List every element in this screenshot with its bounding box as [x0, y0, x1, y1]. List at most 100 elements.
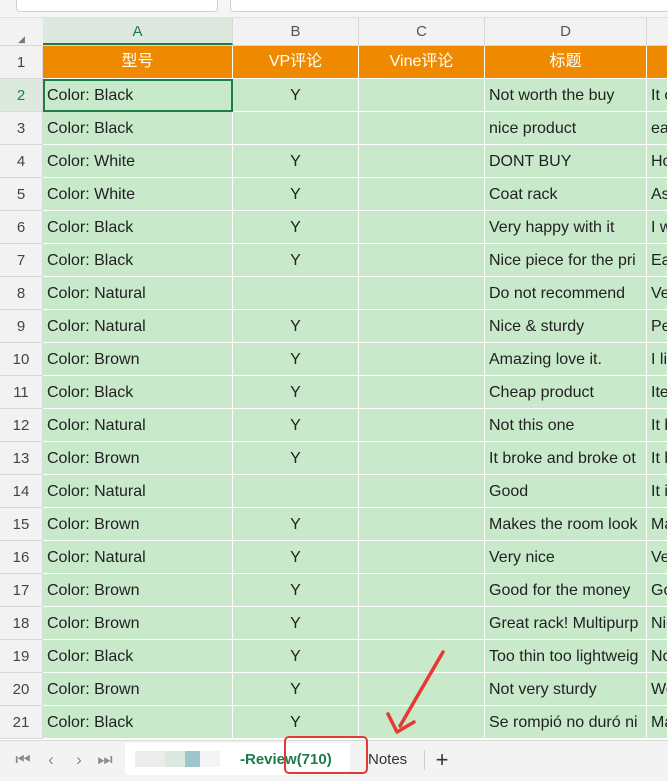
cell-e[interactable]: It c [647, 79, 668, 112]
cell-vine-review[interactable] [359, 541, 485, 574]
cell-title[interactable]: Do not recommend [485, 277, 647, 310]
prev-sheet-icon[interactable]: ‹ [40, 749, 62, 771]
cell-e[interactable]: Nic [647, 607, 668, 640]
cell-model[interactable]: Color: Brown [43, 673, 233, 706]
cell-e[interactable]: I li [647, 343, 668, 376]
cell-title[interactable]: Not worth the buy [485, 79, 647, 112]
cell-title[interactable]: Nice piece for the pri [485, 244, 647, 277]
cell-vp-review[interactable]: Y [233, 376, 359, 409]
cell-vp-review[interactable]: Y [233, 673, 359, 706]
column-header-e[interactable] [647, 18, 668, 45]
cell-vine-review[interactable] [359, 409, 485, 442]
column-header-a[interactable]: A [43, 18, 233, 45]
row-number[interactable]: 18 [0, 607, 43, 640]
header-cell-title[interactable]: 标题 [485, 46, 647, 79]
cell-title[interactable]: Too thin too lightweig [485, 640, 647, 673]
row-number[interactable]: 7 [0, 244, 43, 277]
cell-model[interactable]: Color: Black [43, 211, 233, 244]
cell-vine-review[interactable] [359, 376, 485, 409]
cell-vp-review[interactable]: Y [233, 640, 359, 673]
row-number[interactable]: 5 [0, 178, 43, 211]
cell-title[interactable]: Se rompió no duró ni [485, 706, 647, 739]
cell-vp-review[interactable]: Y [233, 442, 359, 475]
cell-vine-review[interactable] [359, 442, 485, 475]
row-number[interactable]: 2 [0, 79, 43, 112]
last-sheet-icon[interactable]: ⏭ [94, 749, 116, 771]
cell-vine-review[interactable] [359, 508, 485, 541]
cell-model[interactable]: Color: Black [43, 376, 233, 409]
cell-e[interactable]: I w [647, 211, 668, 244]
row-number[interactable]: 17 [0, 574, 43, 607]
cell-vine-review[interactable] [359, 607, 485, 640]
name-box[interactable] [16, 0, 218, 12]
cell-vine-review[interactable] [359, 211, 485, 244]
cell-vine-review[interactable] [359, 574, 485, 607]
cell-model[interactable]: Color: Brown [43, 442, 233, 475]
cell-vp-review[interactable]: Y [233, 310, 359, 343]
cell-vp-review[interactable] [233, 112, 359, 145]
cell-model[interactable]: Color: Brown [43, 508, 233, 541]
row-number[interactable]: 12 [0, 409, 43, 442]
cell-model[interactable]: Color: Natural [43, 310, 233, 343]
cell-vp-review[interactable]: Y [233, 79, 359, 112]
select-all-corner[interactable]: ◢ [0, 18, 44, 45]
cell-model[interactable]: Color: Natural [43, 277, 233, 310]
cell-vine-review[interactable] [359, 310, 485, 343]
row-number[interactable]: 15 [0, 508, 43, 541]
cell-title[interactable]: Not very sturdy [485, 673, 647, 706]
row-number[interactable]: 9 [0, 310, 43, 343]
cell-vine-review[interactable] [359, 112, 485, 145]
cell-e[interactable]: As [647, 178, 668, 211]
cell-vp-review[interactable]: Y [233, 706, 359, 739]
add-sheet-button[interactable]: + [432, 749, 452, 771]
cell-e[interactable]: It i [647, 475, 668, 508]
cell-vine-review[interactable] [359, 79, 485, 112]
cell-e[interactable]: We [647, 673, 668, 706]
cell-e[interactable]: Pe [647, 310, 668, 343]
row-number[interactable]: 16 [0, 541, 43, 574]
cell-title[interactable]: Nice & sturdy [485, 310, 647, 343]
row-number[interactable]: 10 [0, 343, 43, 376]
row-number[interactable]: 8 [0, 277, 43, 310]
cell-title[interactable]: Not this one [485, 409, 647, 442]
cell-title[interactable]: Great rack! Multipurp [485, 607, 647, 640]
next-sheet-icon[interactable]: › [68, 749, 90, 771]
cell-e[interactable]: It b [647, 409, 668, 442]
header-cell-model[interactable]: 型号 [43, 46, 233, 79]
header-cell-vp-review[interactable]: VP评论 [233, 46, 359, 79]
cell-vp-review[interactable]: Y [233, 343, 359, 376]
row-number[interactable]: 14 [0, 475, 43, 508]
cell-e[interactable]: eas [647, 112, 668, 145]
header-cell-vine-review[interactable]: Vine评论 [359, 46, 485, 79]
row-number[interactable]: 1 [0, 46, 43, 79]
column-header-d[interactable]: D [485, 18, 647, 45]
cell-title[interactable]: Good [485, 475, 647, 508]
cell-title[interactable]: It broke and broke ot [485, 442, 647, 475]
cell-model[interactable]: Color: Black [43, 112, 233, 145]
cell-vp-review[interactable]: Y [233, 178, 359, 211]
header-cell-e[interactable] [647, 46, 668, 79]
row-number[interactable]: 3 [0, 112, 43, 145]
row-number[interactable]: 13 [0, 442, 43, 475]
cell-vine-review[interactable] [359, 244, 485, 277]
sheet-tab-notes[interactable]: Notes [368, 743, 407, 775]
row-number[interactable]: 21 [0, 706, 43, 739]
cell-model[interactable]: Color: Black [43, 244, 233, 277]
cell-title[interactable]: DONT BUY [485, 145, 647, 178]
cell-model[interactable]: Color: Brown [43, 607, 233, 640]
row-number[interactable]: 6 [0, 211, 43, 244]
cell-model[interactable]: Color: Black [43, 79, 233, 112]
cell-e[interactable]: Ea [647, 244, 668, 277]
cell-model[interactable]: Color: White [43, 145, 233, 178]
cell-title[interactable]: Coat rack [485, 178, 647, 211]
cell-title[interactable]: Good for the money [485, 574, 647, 607]
cell-vine-review[interactable] [359, 475, 485, 508]
cell-vine-review[interactable] [359, 145, 485, 178]
cell-vp-review[interactable]: Y [233, 574, 359, 607]
cell-e[interactable]: No [647, 640, 668, 673]
cell-title[interactable]: Amazing love it. [485, 343, 647, 376]
column-header-c[interactable]: C [359, 18, 485, 45]
row-number[interactable]: 4 [0, 145, 43, 178]
cell-vp-review[interactable]: Y [233, 211, 359, 244]
cell-vp-review[interactable]: Y [233, 244, 359, 277]
